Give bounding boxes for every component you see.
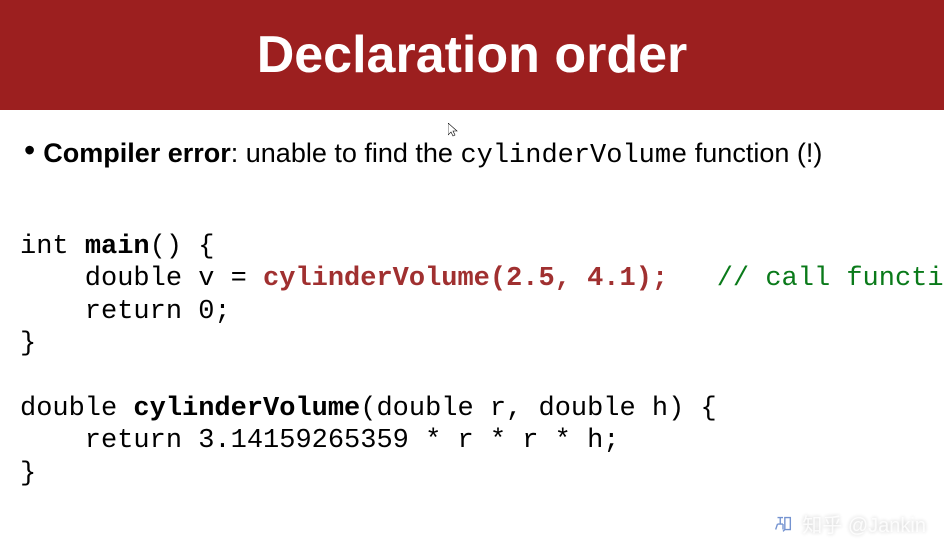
bullet-bold-label: Compiler error	[43, 138, 231, 168]
watermark-text: 知乎 @Jankin	[802, 509, 926, 538]
bullet-rest-1: : unable to find the	[231, 138, 461, 168]
mouse-cursor-icon	[448, 90, 458, 104]
bullet-text: Compiler error: unable to find the cylin…	[43, 138, 822, 171]
code-l3: return 0;	[20, 297, 231, 327]
bullet-code-id: cylinderVolume	[460, 141, 687, 171]
code-l2-spacer	[668, 264, 717, 294]
code-l2-call: cylinderVolume(2.5, 4.1);	[263, 264, 668, 294]
code-l1-pre: int	[20, 232, 85, 262]
code-l1-post: () {	[150, 232, 215, 262]
code-l5-post: (double r, double h) {	[360, 394, 716, 424]
bullet-item: • Compiler error: unable to find the cyl…	[18, 138, 926, 171]
code-l4: }	[20, 329, 36, 359]
code-l5-fn: cylinderVolume	[133, 394, 360, 424]
code-l1-main: main	[85, 232, 150, 262]
code-l6: return 3.14159265359 * r * r * h;	[20, 426, 620, 456]
bullet-rest-2: function (!)	[687, 138, 822, 168]
slide-title-bar: Declaration order	[0, 0, 944, 110]
slide-title: Declaration order	[257, 25, 688, 85]
code-l5-pre: double	[20, 394, 133, 424]
watermark: 知乎 @Jankin	[772, 509, 926, 538]
code-block: int main() { double v = cylinderVolume(2…	[18, 231, 926, 490]
bullet-marker-icon: •	[24, 134, 35, 166]
code-l2-comment: // call function	[717, 264, 944, 294]
code-l7: }	[20, 459, 36, 489]
zhihu-logo-icon	[772, 513, 794, 535]
code-l2-pre: double v =	[20, 264, 263, 294]
slide-body: • Compiler error: unable to find the cyl…	[0, 110, 944, 508]
